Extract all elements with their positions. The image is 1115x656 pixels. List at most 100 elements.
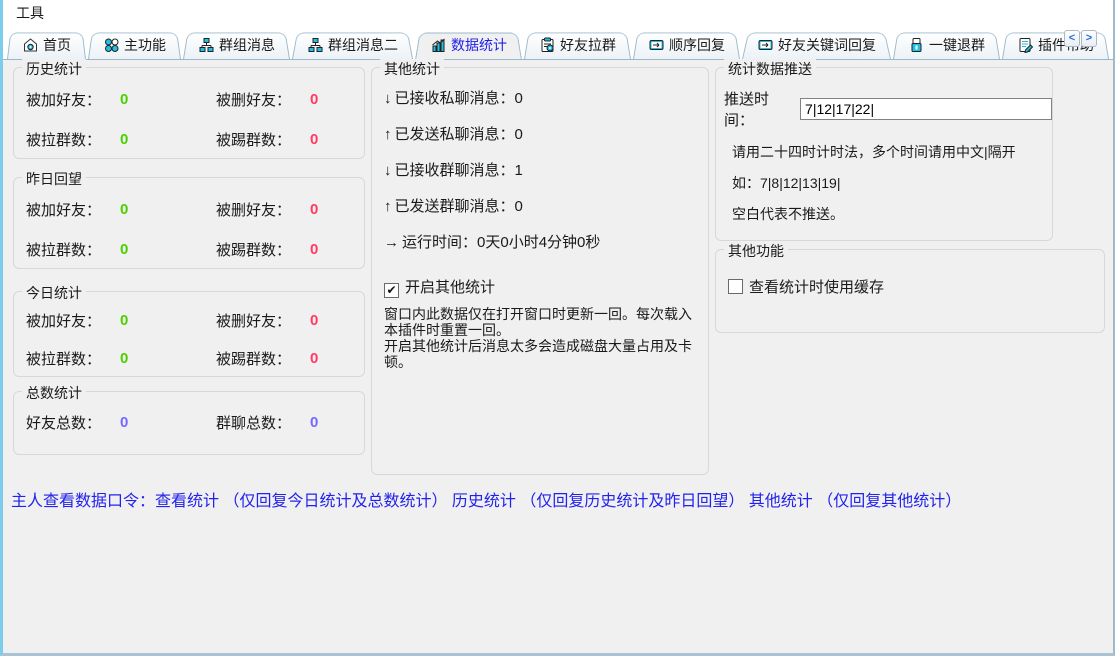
- stat-label: 被拉群数：: [26, 239, 120, 260]
- tab-group-messages[interactable]: 群组消息: [183, 30, 290, 59]
- tab-scroll-right-icon[interactable]: >: [1081, 30, 1097, 47]
- stat-value: 0: [120, 312, 216, 329]
- stat-line: ↑已发送私聊消息：0: [384, 126, 708, 144]
- menu-bar: 工具: [3, 0, 1113, 26]
- stat-line: ↓已接收私聊消息：0: [384, 90, 708, 108]
- stat-label: 被拉群数：: [26, 348, 120, 369]
- tab-label: 一键退群: [929, 35, 985, 55]
- up-arrow-icon: ↑: [384, 198, 392, 215]
- owner-command-hint: 主人查看数据口令：查看统计 （仅回复今日统计及总数统计） 历史统计 （仅回复历史…: [11, 487, 961, 511]
- menu-tools[interactable]: 工具: [12, 1, 48, 25]
- stat-label: 运行时间：: [402, 234, 477, 251]
- push-time-input[interactable]: [800, 98, 1052, 120]
- mail-reply-icon: [757, 37, 774, 53]
- tab-friend-keyword-reply[interactable]: 好友关键词回复: [742, 30, 891, 59]
- tab-label: 主功能: [124, 35, 166, 55]
- other-functions-group: 其他功能 查看统计时使用缓存: [715, 249, 1105, 333]
- stat-value: 0: [120, 414, 216, 431]
- stat-label: 好友总数：: [26, 412, 120, 433]
- plugin-window: 工具 首页 主功能 群组消息 群组消息二: [0, 0, 1115, 656]
- bar-chart-icon: [430, 37, 447, 53]
- tab-sequential-reply[interactable]: 顺序回复: [633, 30, 740, 59]
- total-stats-group: 总数统计 好友总数： 0 群聊总数： 0: [13, 391, 365, 455]
- tab-label: 好友关键词回复: [778, 35, 876, 55]
- stat-label: 群聊总数：: [216, 412, 310, 433]
- tab-friend-pull-group[interactable]: 好友拉群: [524, 30, 631, 59]
- stat-value: 0: [310, 201, 364, 218]
- stat-value: 0: [120, 350, 216, 367]
- sitemap-icon: [198, 37, 215, 53]
- stat-value: 1: [515, 162, 523, 179]
- stat-value: 0: [515, 198, 523, 215]
- push-hint-format: 请用二十四时计时法，多个时间请用中文|隔开: [732, 144, 1038, 161]
- up-arrow-icon: ↑: [384, 126, 392, 143]
- stat-value: 0: [120, 201, 216, 218]
- down-arrow-icon: ↓: [384, 162, 392, 179]
- stat-label: 已接收群聊消息：: [395, 162, 515, 179]
- enable-other-stats-row: ✔ 开启其他统计: [384, 276, 708, 298]
- tab-label: 群组消息二: [328, 35, 398, 55]
- stat-value: 0: [120, 241, 216, 258]
- stat-value: 0: [310, 131, 364, 148]
- tab-content-data-statistics: 历史统计 被加好友： 0 被删好友： 0 被拉群数： 0 被踢群数： 0 昨日回…: [3, 60, 1113, 653]
- tab-label: 好友拉群: [560, 35, 616, 55]
- tab-data-statistics[interactable]: 数据统计: [415, 30, 522, 59]
- stat-label: 被拉群数：: [26, 129, 120, 150]
- stat-label: 被踢群数：: [216, 348, 310, 369]
- stat-value: 0天0小时4分钟0秒: [477, 234, 600, 251]
- other-stats-note-1: 窗口内此数据仅在打开窗口时更新一回。每次载入本插件时重置一回。: [384, 306, 698, 338]
- group-title: 统计数据推送: [724, 59, 816, 79]
- today-stats-group: 今日统计 被加好友： 0 被删好友： 0 被拉群数： 0 被踢群数： 0: [13, 291, 365, 377]
- stat-line: ↓已接收群聊消息：1: [384, 162, 708, 180]
- stat-value: 0: [515, 90, 523, 107]
- stat-label: 被踢群数：: [216, 129, 310, 150]
- clipboard-gear-icon: [539, 37, 556, 53]
- use-cache-checkbox[interactable]: [728, 279, 743, 294]
- stat-label: 被踢群数：: [216, 239, 310, 260]
- stat-label: 被加好友：: [26, 199, 120, 220]
- tab-quit-group[interactable]: 一键退群: [893, 30, 1000, 59]
- stat-label: 被删好友：: [216, 199, 310, 220]
- tab-label: 顺序回复: [669, 35, 725, 55]
- history-stats-group: 历史统计 被加好友： 0 被删好友： 0 被拉群数： 0 被踢群数： 0: [13, 67, 365, 159]
- down-arrow-icon: ↓: [384, 90, 392, 107]
- group-title: 今日统计: [22, 283, 86, 303]
- grid-circles-icon: [103, 37, 120, 53]
- push-hint-empty: 空白代表不推送。: [732, 206, 1038, 223]
- tab-scroll-left-icon[interactable]: <: [1064, 30, 1080, 47]
- stat-value: 0: [310, 312, 364, 329]
- stat-value: 0: [310, 414, 364, 431]
- stat-label: 已接收私聊消息：: [395, 90, 515, 107]
- group-title: 其他统计: [380, 59, 444, 79]
- other-stats-group: 其他统计 ↓已接收私聊消息：0 ↑已发送私聊消息：0 ↓已接收群聊消息：1 ↑已…: [371, 67, 709, 475]
- group-title: 历史统计: [22, 59, 86, 79]
- checkbox-label: 查看统计时使用缓存: [749, 279, 884, 296]
- other-stats-note-2: 开启其他统计后消息太多会造成磁盘大量占用及卡顿。: [384, 338, 698, 370]
- tab-main-functions[interactable]: 主功能: [88, 30, 181, 59]
- tab-scroll-buttons: < >: [1064, 30, 1097, 47]
- yesterday-stats-group: 昨日回望 被加好友： 0 被删好友： 0 被拉群数： 0 被踢群数： 0: [13, 177, 365, 269]
- push-time-row: 推送时间：: [724, 88, 1052, 130]
- doc-edit-icon: [1017, 37, 1034, 53]
- tab-group-messages-2[interactable]: 群组消息二: [292, 30, 413, 59]
- enable-other-stats-checkbox[interactable]: ✔: [384, 283, 399, 298]
- push-time-label: 推送时间：: [724, 88, 796, 130]
- stats-push-group: 统计数据推送 推送时间： 请用二十四时计时法，多个时间请用中文|隔开 如：7|8…: [715, 67, 1053, 241]
- tab-label: 数据统计: [451, 35, 507, 55]
- sitemap-icon: [307, 37, 324, 53]
- stat-value: 0: [120, 131, 216, 148]
- tab-label: 群组消息: [219, 35, 275, 55]
- tab-label: 首页: [43, 35, 71, 55]
- mail-reply-icon: [648, 37, 665, 53]
- stat-value: 0: [515, 126, 523, 143]
- stat-value: 0: [310, 91, 364, 108]
- tab-home[interactable]: 首页: [7, 30, 86, 59]
- group-title: 其他功能: [724, 241, 788, 261]
- exit-group-icon: [908, 37, 925, 53]
- stat-label: 被加好友：: [26, 310, 120, 331]
- right-arrow-icon: →: [384, 234, 399, 251]
- stat-label: 被删好友：: [216, 89, 310, 110]
- stat-value: 0: [120, 91, 216, 108]
- checkbox-label: 开启其他统计: [405, 279, 495, 296]
- stat-label: 已发送私聊消息：: [395, 126, 515, 143]
